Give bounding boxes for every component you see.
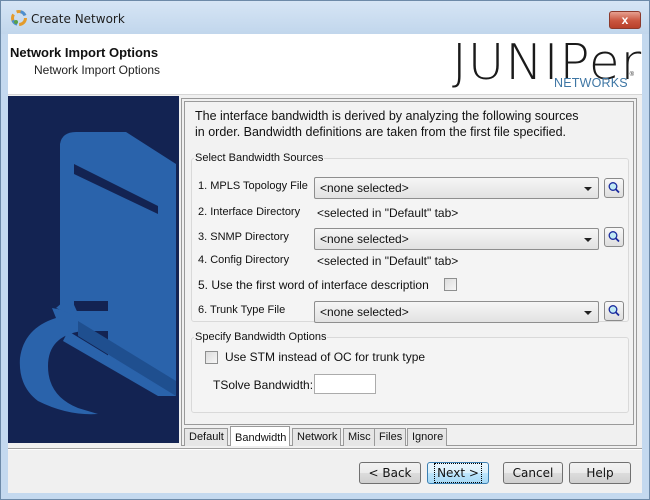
- wizard-header: Network Import Options Network Import Op…: [8, 34, 642, 95]
- bandwidth-sources-group: Select Bandwidth Sources 1. MPLS Topolog…: [191, 152, 629, 323]
- logo-registered: ®: [629, 72, 634, 78]
- mpls-topology-browse-button[interactable]: [604, 178, 624, 198]
- title-bar[interactable]: Create Network x: [1, 1, 649, 34]
- close-button[interactable]: x: [609, 11, 641, 29]
- page-title: Network Import Options: [10, 45, 159, 60]
- tab-bandwidth[interactable]: Bandwidth: [230, 426, 291, 446]
- mpls-topology-combo[interactable]: <none selected>: [314, 177, 599, 199]
- tab-misc[interactable]: Misc: [343, 428, 375, 446]
- next-button-label: Next >: [434, 463, 482, 483]
- bandwidth-options-group: Specify Bandwidth Options Use STM instea…: [191, 331, 629, 413]
- cancel-button[interactable]: Cancel: [503, 462, 563, 484]
- juniper-logo: JUNIPer ® NETWORKS: [452, 34, 641, 91]
- snmp-directory-browse-button[interactable]: [604, 227, 624, 247]
- create-network-window: Create Network x Network Import Options …: [0, 0, 650, 500]
- tab-network[interactable]: Network: [292, 428, 342, 446]
- help-button[interactable]: Help: [569, 462, 631, 484]
- trunk-type-file-browse-button[interactable]: [604, 301, 624, 321]
- footer-separator: [8, 448, 642, 450]
- use-stm-label[interactable]: Use STM instead of OC for trunk type: [225, 350, 425, 364]
- import-illustration-icon: [19, 132, 176, 415]
- trunk-type-file-label: 6. Trunk Type File: [198, 304, 286, 316]
- help-button-label: Help: [586, 466, 614, 480]
- snmp-directory-combo[interactable]: <none selected>: [314, 228, 599, 250]
- intro-line-2: in order. Bandwidth definitions are take…: [195, 125, 567, 139]
- config-directory-label: 4. Config Directory: [198, 254, 290, 266]
- logo-networks: NETWORKS: [554, 76, 628, 90]
- trunk-type-file-value: <none selected>: [320, 305, 409, 319]
- intro-text: The interface bandwidth is derived by an…: [195, 108, 625, 140]
- first-word-description-label: 5. Use the first word of interface descr…: [198, 278, 429, 292]
- back-button[interactable]: < Back: [359, 462, 421, 484]
- search-icon: [608, 182, 620, 194]
- chevron-down-icon: [584, 238, 592, 242]
- interface-directory-value: <selected in "Default" tab>: [317, 206, 459, 220]
- tsolve-bandwidth-input[interactable]: [314, 374, 376, 394]
- page-subtitle: Network Import Options: [34, 63, 161, 77]
- dialog-client: Network Import Options Network Import Op…: [8, 34, 642, 493]
- app-icon: [11, 10, 27, 26]
- intro-line-1: The interface bandwidth is derived by an…: [195, 109, 579, 123]
- interface-directory-label: 2. Interface Directory: [198, 206, 301, 218]
- first-word-description-checkbox[interactable]: [444, 278, 457, 291]
- chevron-down-icon: [584, 311, 592, 315]
- bandwidth-options-legend: Specify Bandwidth Options: [195, 331, 327, 343]
- window-title: Create Network: [31, 12, 125, 26]
- bandwidth-sources-legend: Select Bandwidth Sources: [195, 152, 324, 164]
- back-button-label: < Back: [368, 466, 412, 480]
- tab-default[interactable]: Default: [184, 428, 228, 446]
- cancel-button-label: Cancel: [512, 466, 554, 480]
- config-directory-value: <selected in "Default" tab>: [317, 254, 459, 268]
- search-icon: [608, 305, 620, 317]
- search-icon: [608, 231, 620, 243]
- trunk-type-file-combo[interactable]: <none selected>: [314, 301, 599, 323]
- mpls-topology-label: 1. MPLS Topology File: [198, 180, 308, 192]
- tsolve-bandwidth-label: TSolve Bandwidth:: [213, 378, 314, 392]
- snmp-directory-label: 3. SNMP Directory: [198, 231, 289, 243]
- tab-files[interactable]: Files: [374, 428, 407, 446]
- snmp-directory-value: <none selected>: [320, 232, 409, 246]
- tab-ignore[interactable]: Ignore: [407, 428, 448, 446]
- use-stm-checkbox[interactable]: [205, 351, 218, 364]
- mpls-topology-value: <none selected>: [320, 181, 409, 195]
- close-icon: x: [621, 13, 629, 27]
- next-button[interactable]: Next >: [427, 462, 489, 484]
- options-tab-strip: Default Bandwidth Network Misc Files Ign…: [184, 426, 634, 446]
- main-panel: The interface bandwidth is derived by an…: [181, 98, 637, 446]
- bandwidth-tab-content: The interface bandwidth is derived by an…: [184, 101, 634, 425]
- wizard-side-illustration: [8, 96, 179, 443]
- chevron-down-icon: [584, 187, 592, 191]
